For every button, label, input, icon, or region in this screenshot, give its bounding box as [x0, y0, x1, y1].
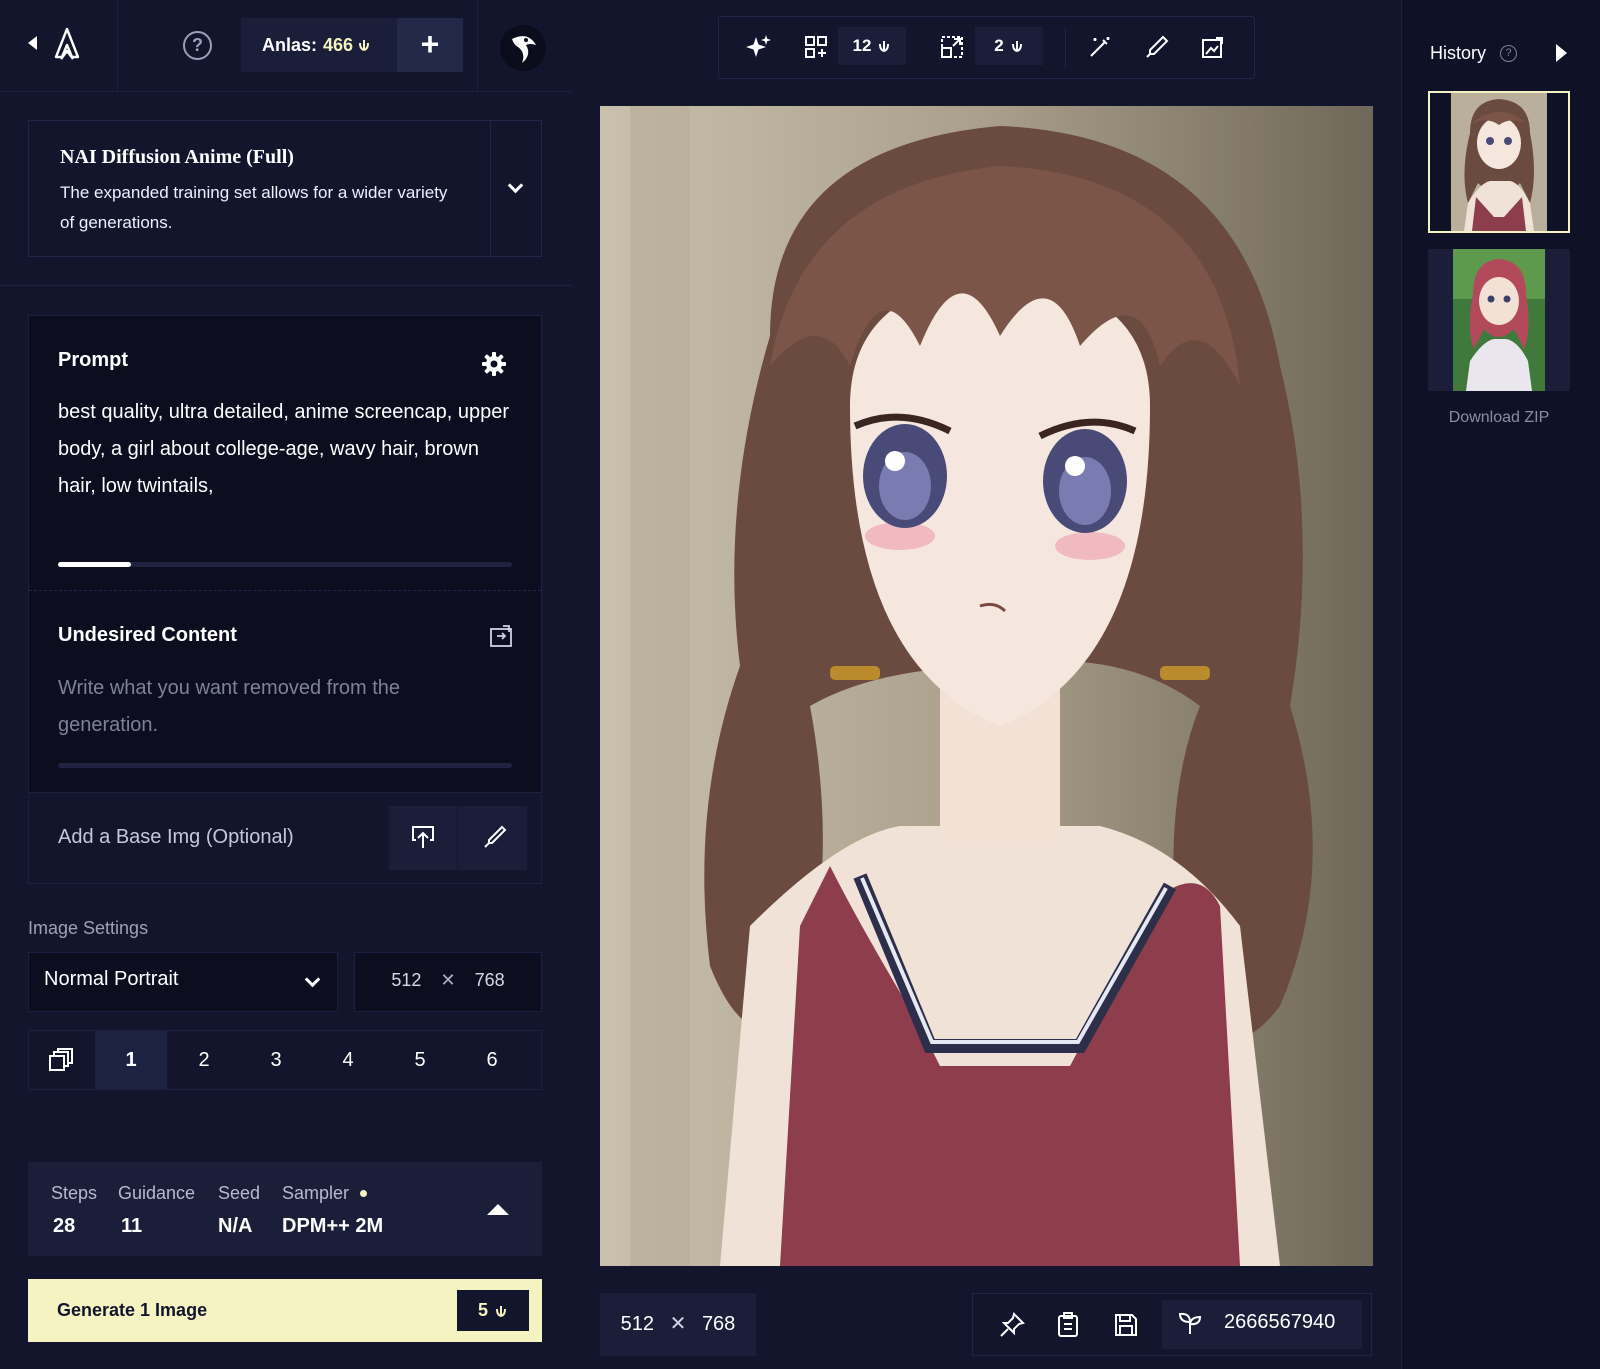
divider	[1065, 28, 1066, 68]
stack-images-icon	[48, 1047, 74, 1073]
history-thumbnail[interactable]	[1428, 91, 1570, 233]
sampler-value: DPM++ 2M	[282, 1215, 384, 1237]
count-option-1[interactable]: 1	[95, 1030, 167, 1090]
anlas-icon	[877, 39, 891, 53]
upscale-cost-value: 2	[994, 36, 1004, 55]
times-icon: ✕	[440, 970, 456, 990]
paint-brush-icon[interactable]	[482, 824, 508, 850]
base-image-label: Add a Base Img (Optional)	[58, 826, 294, 848]
help-icon[interactable]: ?	[183, 31, 212, 60]
count-option-3[interactable]: 3	[240, 1030, 312, 1090]
sparkle-icon[interactable]	[745, 33, 773, 61]
undesired-label: Undesired Content	[58, 624, 237, 646]
seed-value: N/A	[218, 1215, 253, 1237]
download-zip-button[interactable]: Download ZIP	[1428, 409, 1570, 427]
history-title: History	[1430, 43, 1487, 63]
divider	[457, 806, 458, 870]
divider	[117, 0, 118, 92]
generate-cost: 5	[457, 1290, 529, 1331]
steps-value: 28	[53, 1215, 76, 1237]
avatar[interactable]	[500, 25, 546, 71]
divider	[490, 120, 491, 257]
generated-image[interactable]	[600, 106, 1373, 1266]
anlas-icon	[1010, 39, 1024, 53]
sampler-indicator	[360, 1190, 367, 1197]
upscale-icon[interactable]	[940, 35, 964, 59]
width-value[interactable]: 512	[391, 970, 421, 990]
guidance-label: Guidance	[118, 1183, 196, 1203]
count-option-4[interactable]: 4	[312, 1030, 384, 1090]
generate-cost-value: 5	[477, 1300, 488, 1320]
seedling-icon	[1177, 1310, 1203, 1336]
result-height: 768	[701, 1313, 736, 1335]
model-description: The expanded training set allows for a w…	[60, 183, 448, 232]
anlas-value: 466	[323, 34, 354, 55]
caret-up-icon[interactable]	[487, 1204, 509, 1215]
anlas-balance: Anlas: 466	[241, 18, 397, 72]
steps-label: Steps	[51, 1183, 98, 1203]
seed-value[interactable]: 2666567940	[1224, 1311, 1335, 1334]
height-value[interactable]: 768	[475, 970, 505, 990]
upscale-cost: 2	[975, 27, 1043, 65]
prompt-label: Prompt	[58, 349, 128, 371]
resolution-select-value: Normal Portrait	[44, 968, 179, 990]
prompt-input[interactable]: best quality, ultra detailed, anime scre…	[58, 394, 518, 505]
gear-icon[interactable]	[482, 352, 506, 376]
swap-icon[interactable]	[489, 624, 513, 648]
seed-label: Seed	[218, 1183, 261, 1203]
result-width: 512	[620, 1313, 655, 1335]
variations-cost: 12	[838, 27, 906, 65]
times-icon: ✕	[669, 1313, 687, 1335]
collapse-left-icon[interactable]	[28, 36, 37, 50]
anlas-icon	[357, 38, 371, 52]
undesired-input[interactable]: Write what you want removed from the gen…	[58, 670, 478, 744]
model-name: NAI Diffusion Anime (Full)	[60, 146, 294, 168]
image-settings-label: Image Settings	[28, 918, 149, 938]
clipboard-icon[interactable]	[1056, 1312, 1080, 1338]
anlas-icon	[494, 1304, 508, 1318]
count-option-2[interactable]: 2	[168, 1030, 240, 1090]
guidance-value: 11	[121, 1215, 143, 1237]
variations-icon[interactable]	[804, 35, 828, 59]
help-icon[interactable]: ?	[1500, 45, 1517, 62]
save-icon[interactable]	[1113, 1312, 1139, 1338]
count-option-6[interactable]: 6	[456, 1030, 528, 1090]
sampler-label: Sampler	[282, 1183, 350, 1203]
upload-icon[interactable]	[410, 824, 436, 850]
variations-cost-value: 12	[852, 36, 872, 55]
undesired-token-bar	[58, 763, 512, 768]
history-thumbnail[interactable]	[1428, 249, 1570, 391]
pin-icon[interactable]	[999, 1312, 1025, 1338]
prompt-token-fill	[58, 562, 131, 567]
divider	[29, 590, 541, 591]
result-dimensions: 512 ✕ 768	[600, 1293, 756, 1356]
anlas-label: Anlas:	[262, 34, 318, 55]
image-edit-icon[interactable]	[1201, 35, 1225, 59]
buy-anlas-button[interactable]: +	[397, 18, 463, 72]
collapse-right-icon[interactable]	[1556, 44, 1567, 62]
generate-label: Generate 1 Image	[57, 1300, 208, 1320]
novelai-logo-icon[interactable]	[52, 27, 82, 63]
magic-wand-icon[interactable]	[1088, 35, 1112, 59]
divider	[477, 0, 478, 92]
count-option-5[interactable]: 5	[384, 1030, 456, 1090]
paint-brush-icon[interactable]	[1145, 35, 1169, 59]
divider	[0, 285, 572, 286]
generation-params[interactable]	[28, 1162, 542, 1256]
dimensions-value: 512 ✕ 768	[354, 970, 542, 991]
